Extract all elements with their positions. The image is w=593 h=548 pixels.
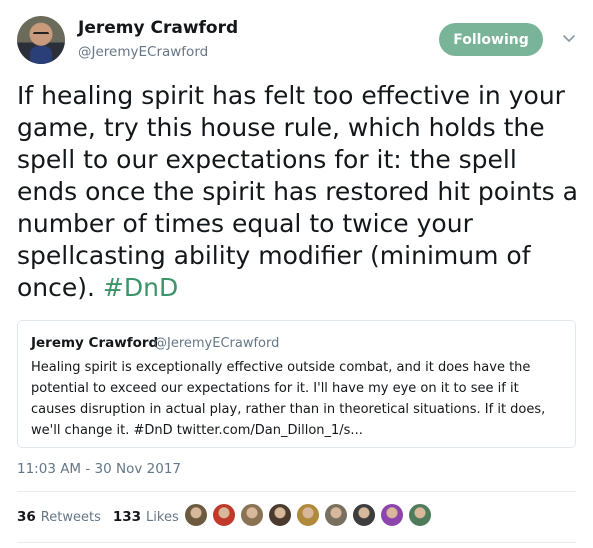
liker-avatar-5[interactable] bbox=[296, 503, 320, 527]
divider-top bbox=[17, 491, 576, 492]
retweets-label: Retweets bbox=[40, 510, 101, 525]
liker-avatar-8[interactable] bbox=[380, 503, 404, 527]
retweets-stat[interactable]: 36 Retweets bbox=[17, 509, 101, 525]
liker-avatar-7[interactable] bbox=[352, 503, 376, 527]
likes-count: 133 bbox=[112, 509, 142, 525]
likes-label: Likes bbox=[146, 510, 179, 525]
author-handle[interactable]: @JeremyECrawford bbox=[78, 44, 208, 60]
avatar-shirt bbox=[30, 46, 52, 64]
quoted-tweet-text: Healing spirit is exceptionally effectiv… bbox=[31, 360, 546, 438]
likes-stat[interactable]: 133 Likes bbox=[113, 509, 179, 525]
tweet-hashtag-link[interactable]: #DnD bbox=[103, 273, 178, 302]
liker-avatar-9[interactable] bbox=[408, 503, 432, 527]
following-button[interactable]: Following bbox=[439, 23, 543, 56]
retweets-count: 36 bbox=[17, 509, 36, 525]
author-avatar[interactable] bbox=[17, 16, 65, 64]
liker-avatar-6[interactable] bbox=[324, 503, 348, 527]
liker-avatars bbox=[184, 503, 432, 527]
liker-avatar-4[interactable] bbox=[268, 503, 292, 527]
quoted-tweet-card[interactable]: Jeremy Crawford @JeremyECrawford Healing… bbox=[17, 320, 576, 448]
tweet-body: If healing spirit has felt too effective… bbox=[17, 81, 578, 302]
quoted-handle: @JeremyECrawford bbox=[154, 336, 280, 351]
tweet-text: If healing spirit has felt too effective… bbox=[17, 80, 582, 304]
liker-avatar-3[interactable] bbox=[240, 503, 264, 527]
author-display-name[interactable]: Jeremy Crawford bbox=[78, 18, 238, 38]
engagement-stats: 36 Retweets 133 Likes bbox=[17, 509, 179, 525]
chevron-down-icon[interactable] bbox=[562, 31, 576, 45]
tweet-timestamp[interactable]: 11:03 AM - 30 Nov 2017 bbox=[17, 461, 181, 477]
liker-avatar-2[interactable] bbox=[212, 503, 236, 527]
avatar-glasses bbox=[33, 32, 49, 38]
divider-bottom bbox=[17, 542, 576, 543]
quoted-display-name: Jeremy Crawford bbox=[31, 335, 159, 351]
liker-avatar-1[interactable] bbox=[184, 503, 208, 527]
